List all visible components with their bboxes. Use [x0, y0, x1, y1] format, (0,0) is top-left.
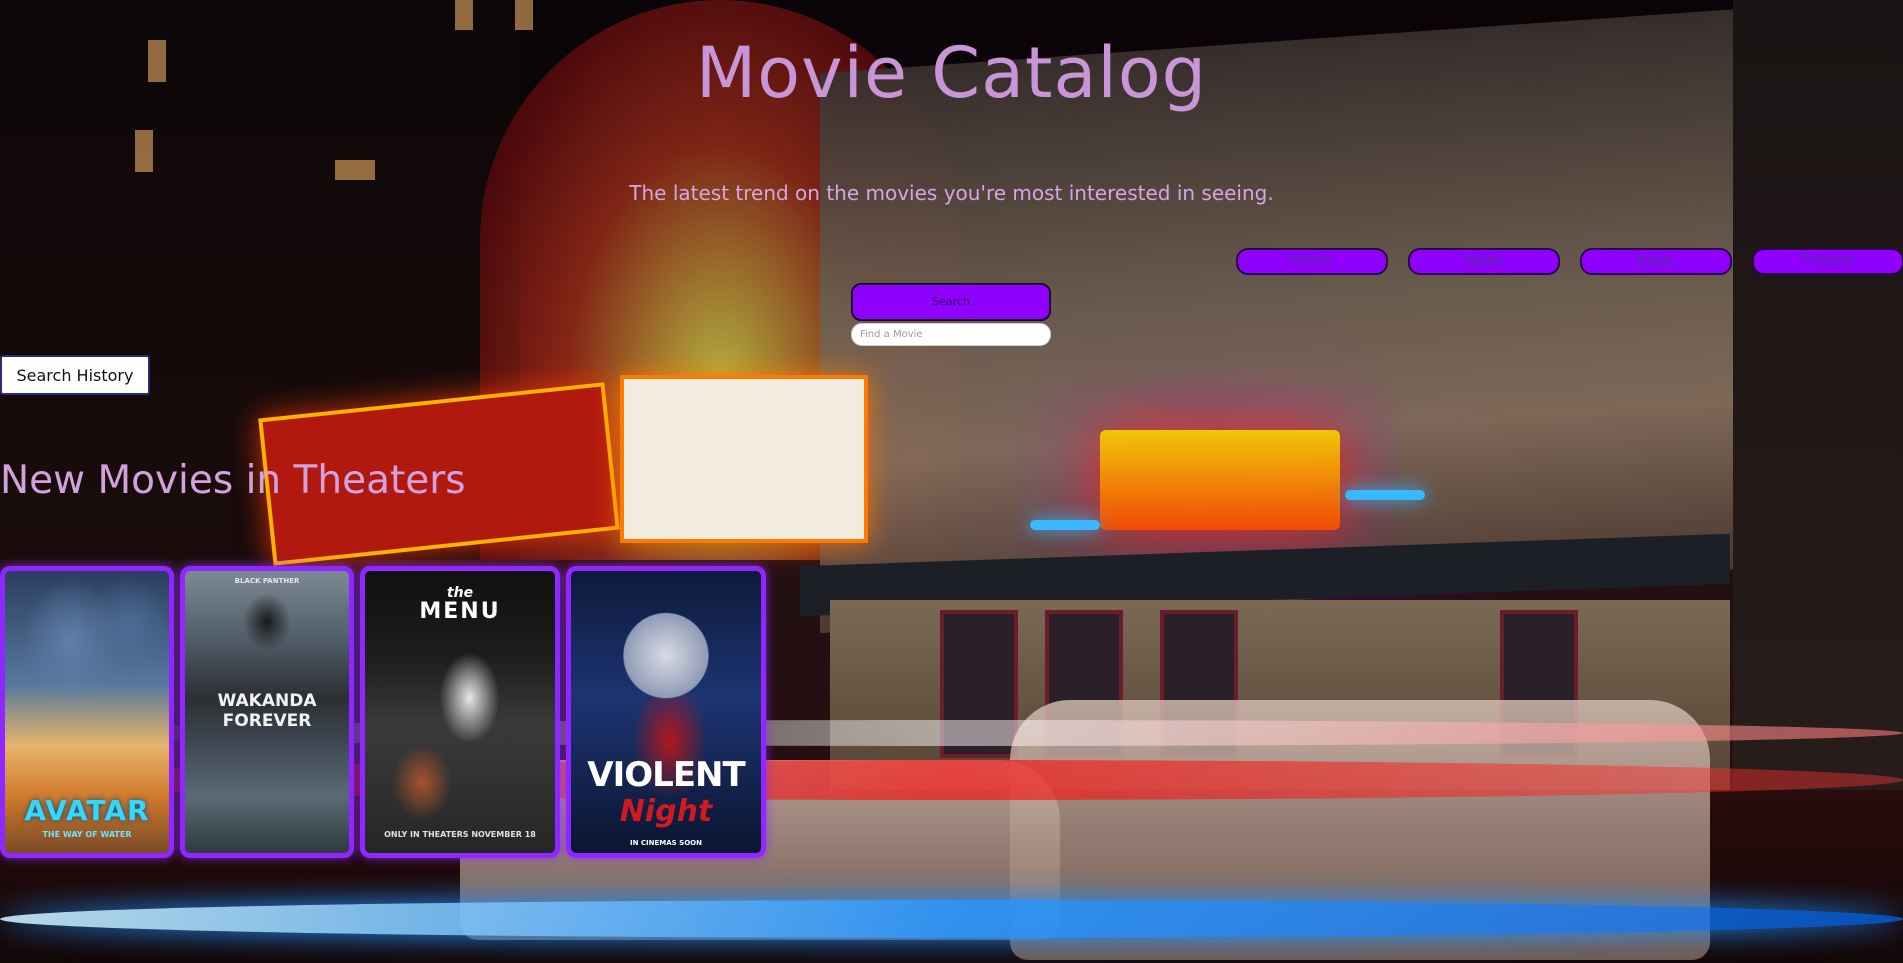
poster-title: WAKANDA FOREVER [217, 691, 317, 731]
poster-title: AVATAR [24, 794, 150, 827]
nav-theater-button[interactable]: Theater [1752, 248, 1903, 275]
movie-poster-avatar[interactable]: AVATAR THE WAY OF WATER [0, 566, 174, 858]
page-title: Movie Catalog [695, 32, 1208, 114]
page-subtitle: The latest trend on the movies you're mo… [629, 181, 1274, 205]
search-input[interactable] [851, 323, 1051, 346]
movie-poster-violent-night[interactable]: VIOLENT Night IN CINEMAS SOON [566, 566, 766, 858]
search-history-button[interactable]: Search History [0, 355, 150, 395]
marquee-letterboard [620, 375, 868, 543]
neon-sign [1100, 430, 1340, 530]
section-title: New Movies in Theaters [0, 458, 466, 503]
poster-bottom-text: IN CINEMAS SOON [630, 839, 702, 847]
movie-poster-list: AVATAR THE WAY OF WATER BLACK PANTHER WA… [0, 566, 766, 858]
nav-news-button[interactable]: News [1408, 248, 1560, 275]
poster-title: MENU [419, 599, 501, 624]
poster-bottom-text: ONLY IN THEATERS NOVEMBER 18 [384, 830, 536, 839]
light-trail [0, 900, 1903, 938]
neon-tube [1030, 520, 1100, 530]
search-form: Search [851, 283, 1051, 346]
nav-home-button[interactable]: Home [1236, 248, 1388, 275]
neon-tube [1345, 490, 1425, 500]
building-window [335, 160, 375, 180]
nav-blogs-button[interactable]: Blogs [1580, 248, 1732, 275]
building-window [515, 0, 533, 30]
movie-poster-the-menu[interactable]: the MENU ONLY IN THEATERS NOVEMBER 18 [360, 566, 560, 858]
poster-subtitle: Night [619, 794, 713, 829]
building-window [135, 130, 153, 172]
poster-subtitle: THE WAY OF WATER [42, 830, 132, 839]
poster-top-text: BLACK PANTHER [234, 577, 300, 585]
poster-title: VIOLENT [587, 755, 745, 795]
building-window [455, 0, 473, 30]
main-nav: Home News Blogs Theater [1236, 248, 1903, 275]
movie-poster-wakanda-forever[interactable]: BLACK PANTHER WAKANDA FOREVER [180, 566, 354, 858]
search-button[interactable]: Search [851, 283, 1051, 321]
